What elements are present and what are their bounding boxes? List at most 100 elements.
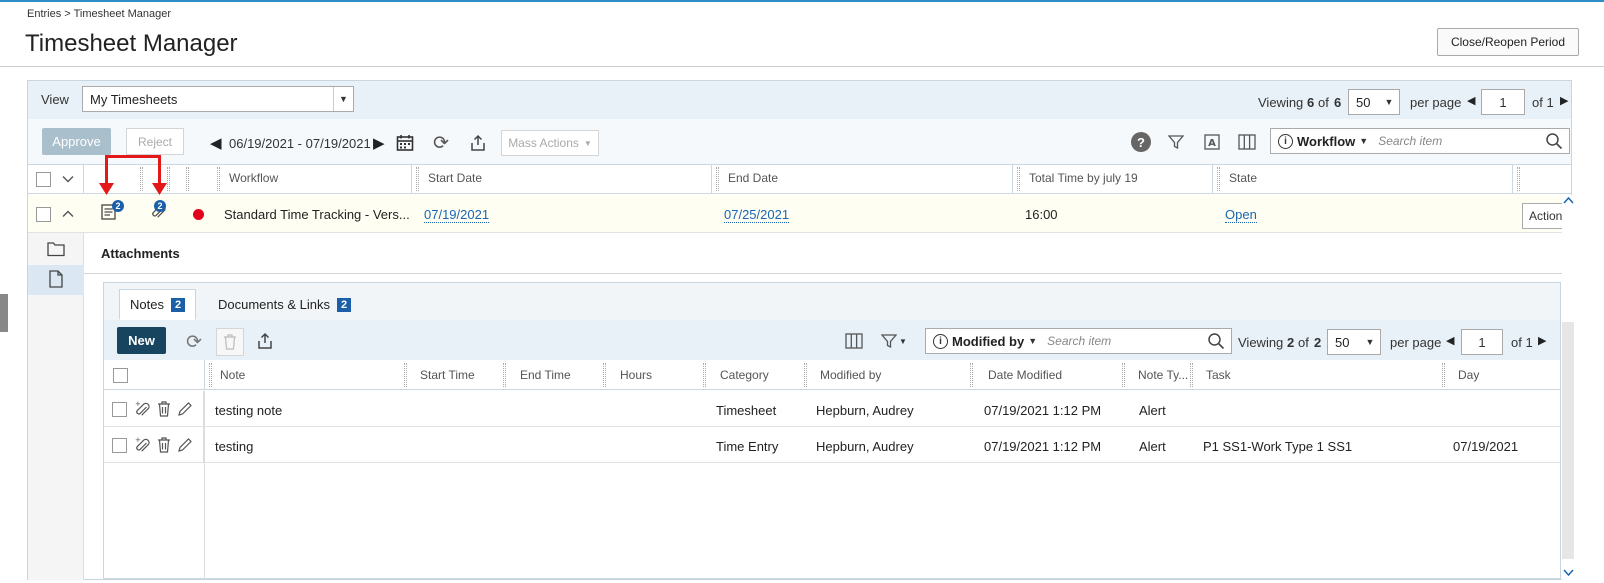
column-grip[interactable] [804,363,807,387]
view-select[interactable]: My Timesheets ▼ [82,86,354,112]
column-grip[interactable] [416,167,419,191]
prev-page-icon[interactable]: ◀ [1446,334,1454,347]
columns-icon[interactable] [845,333,863,354]
column-grip[interactable] [716,167,719,191]
notes-column-note[interactable]: Note [220,368,245,382]
next-period-icon[interactable]: ▶ [373,134,385,152]
prev-period-icon[interactable]: ◀ [210,134,222,152]
prev-page-icon[interactable]: ◀ [1467,94,1475,107]
collapse-panel-handle[interactable] [0,294,8,332]
columns-icon[interactable] [1237,132,1257,152]
page-number-input[interactable]: 1 [1481,89,1525,115]
row-state-link[interactable]: Open [1225,207,1257,223]
notes-search-box[interactable]: i Modified by ▼ Search item [925,328,1232,354]
row-end-date-link[interactable]: 07/25/2021 [724,207,790,223]
close-reopen-period-button[interactable]: Close/Reopen Period [1437,28,1579,56]
notes-column-end-time[interactable]: End Time [520,368,571,382]
next-page-icon[interactable]: ▶ [1560,94,1568,107]
column-grip[interactable] [209,363,212,387]
select-all-checkbox[interactable] [36,172,51,187]
calendar-icon[interactable] [394,132,416,154]
workflow-search-box[interactable]: i Workflow ▼ Search item [1270,128,1570,154]
column-header-workflow[interactable]: Workflow [229,171,278,185]
column-grip[interactable] [1442,363,1445,387]
column-grip[interactable] [1517,167,1520,191]
filter-icon[interactable] [1166,132,1186,152]
column-grip[interactable] [1190,363,1193,387]
mass-actions-button[interactable]: Mass Actions ▼ [501,130,599,156]
search-input[interactable]: Search item [1378,134,1442,148]
tab-documents-links[interactable]: Documents & Links 2 [208,289,361,320]
annotation-arrow-stem [158,155,161,185]
column-grip[interactable] [603,363,606,387]
scroll-up-icon[interactable] [1563,195,1574,207]
chevron-down-icon[interactable] [61,172,75,189]
column-grip[interactable] [217,167,220,191]
column-header-start-date[interactable]: Start Date [428,171,482,185]
per-page-select[interactable]: 50 ▼ [1348,89,1400,115]
delete-button[interactable] [216,328,244,356]
column-grip[interactable] [186,167,189,191]
column-grip[interactable] [167,167,170,191]
notes-column-task[interactable]: Task [1206,368,1231,382]
tab-notes[interactable]: Notes 2 [119,289,197,320]
notes-column-start-time[interactable]: Start Time [420,368,475,382]
notes-search-filter-label[interactable]: Modified by [952,334,1024,349]
column-grip[interactable] [140,167,143,191]
column-header-total-time[interactable]: Total Time by july 19 [1029,171,1138,185]
chevron-down-icon: ▼ [583,138,592,148]
notes-column-day[interactable]: Day [1458,368,1479,382]
trash-icon[interactable] [157,437,171,453]
notes-select-all-checkbox[interactable] [113,368,128,383]
notes-filter-button[interactable]: ▼ [881,333,907,349]
help-icon[interactable]: ? [1131,132,1151,152]
row-checkbox[interactable] [112,401,127,417]
next-page-icon[interactable]: ▶ [1538,334,1546,347]
column-grip[interactable] [703,363,706,387]
search-icon[interactable] [1545,132,1563,153]
export-icon[interactable] [467,132,489,154]
row-checkbox[interactable] [112,437,127,453]
export-icon[interactable] [256,332,274,355]
notes-per-page-select[interactable]: 50 ▼ [1327,329,1381,355]
notes-column-hours[interactable]: Hours [620,368,652,382]
column-grip[interactable] [503,363,506,387]
column-grip[interactable] [1017,167,1020,191]
view-label: View [41,92,69,107]
search-icon[interactable] [1207,332,1225,353]
row-start-date-link[interactable]: 07/19/2021 [424,207,490,223]
column-grip[interactable] [1122,363,1125,387]
column-header-state[interactable]: State [1229,171,1257,185]
notes-column-modified-by[interactable]: Modified by [820,368,881,382]
row-checkbox[interactable] [36,207,51,222]
notes-column-date-modified[interactable]: Date Modified [988,368,1062,382]
notes-search-input[interactable]: Search item [1047,334,1111,348]
reject-button[interactable]: Reject [126,128,184,155]
document-icon[interactable] [48,270,64,293]
scrollbar-thumb[interactable] [1562,322,1574,559]
font-size-icon[interactable]: A [1202,132,1222,152]
chevron-up-icon[interactable] [61,207,75,226]
trash-icon[interactable] [157,401,171,417]
search-filter-label[interactable]: Workflow [1297,134,1355,149]
chevron-down-icon[interactable]: ▼ [1359,136,1368,146]
column-grip[interactable] [404,363,407,387]
refresh-icon[interactable]: ⟳ [183,331,205,353]
column-grip[interactable] [1217,167,1220,191]
column-grip[interactable] [970,363,973,387]
new-note-button[interactable]: New [117,327,166,354]
add-attachment-icon[interactable]: + [133,436,151,454]
refresh-icon[interactable]: ⟳ [430,132,452,154]
notes-page-number-input[interactable]: 1 [1461,329,1503,355]
notes-column-category[interactable]: Category [720,368,769,382]
chevron-down-icon[interactable]: ▼ [1028,336,1037,346]
approve-button[interactable]: Approve [42,128,111,155]
column-header-end-date[interactable]: End Date [728,171,778,185]
attachments-label: Attachments [101,246,180,261]
add-attachment-icon[interactable]: + [133,400,151,418]
pencil-icon[interactable] [177,401,193,417]
folder-icon[interactable] [47,241,65,262]
scroll-down-icon[interactable] [1563,568,1574,580]
pencil-icon[interactable] [177,437,193,453]
notes-column-note-type[interactable]: Note Ty... [1138,368,1188,382]
